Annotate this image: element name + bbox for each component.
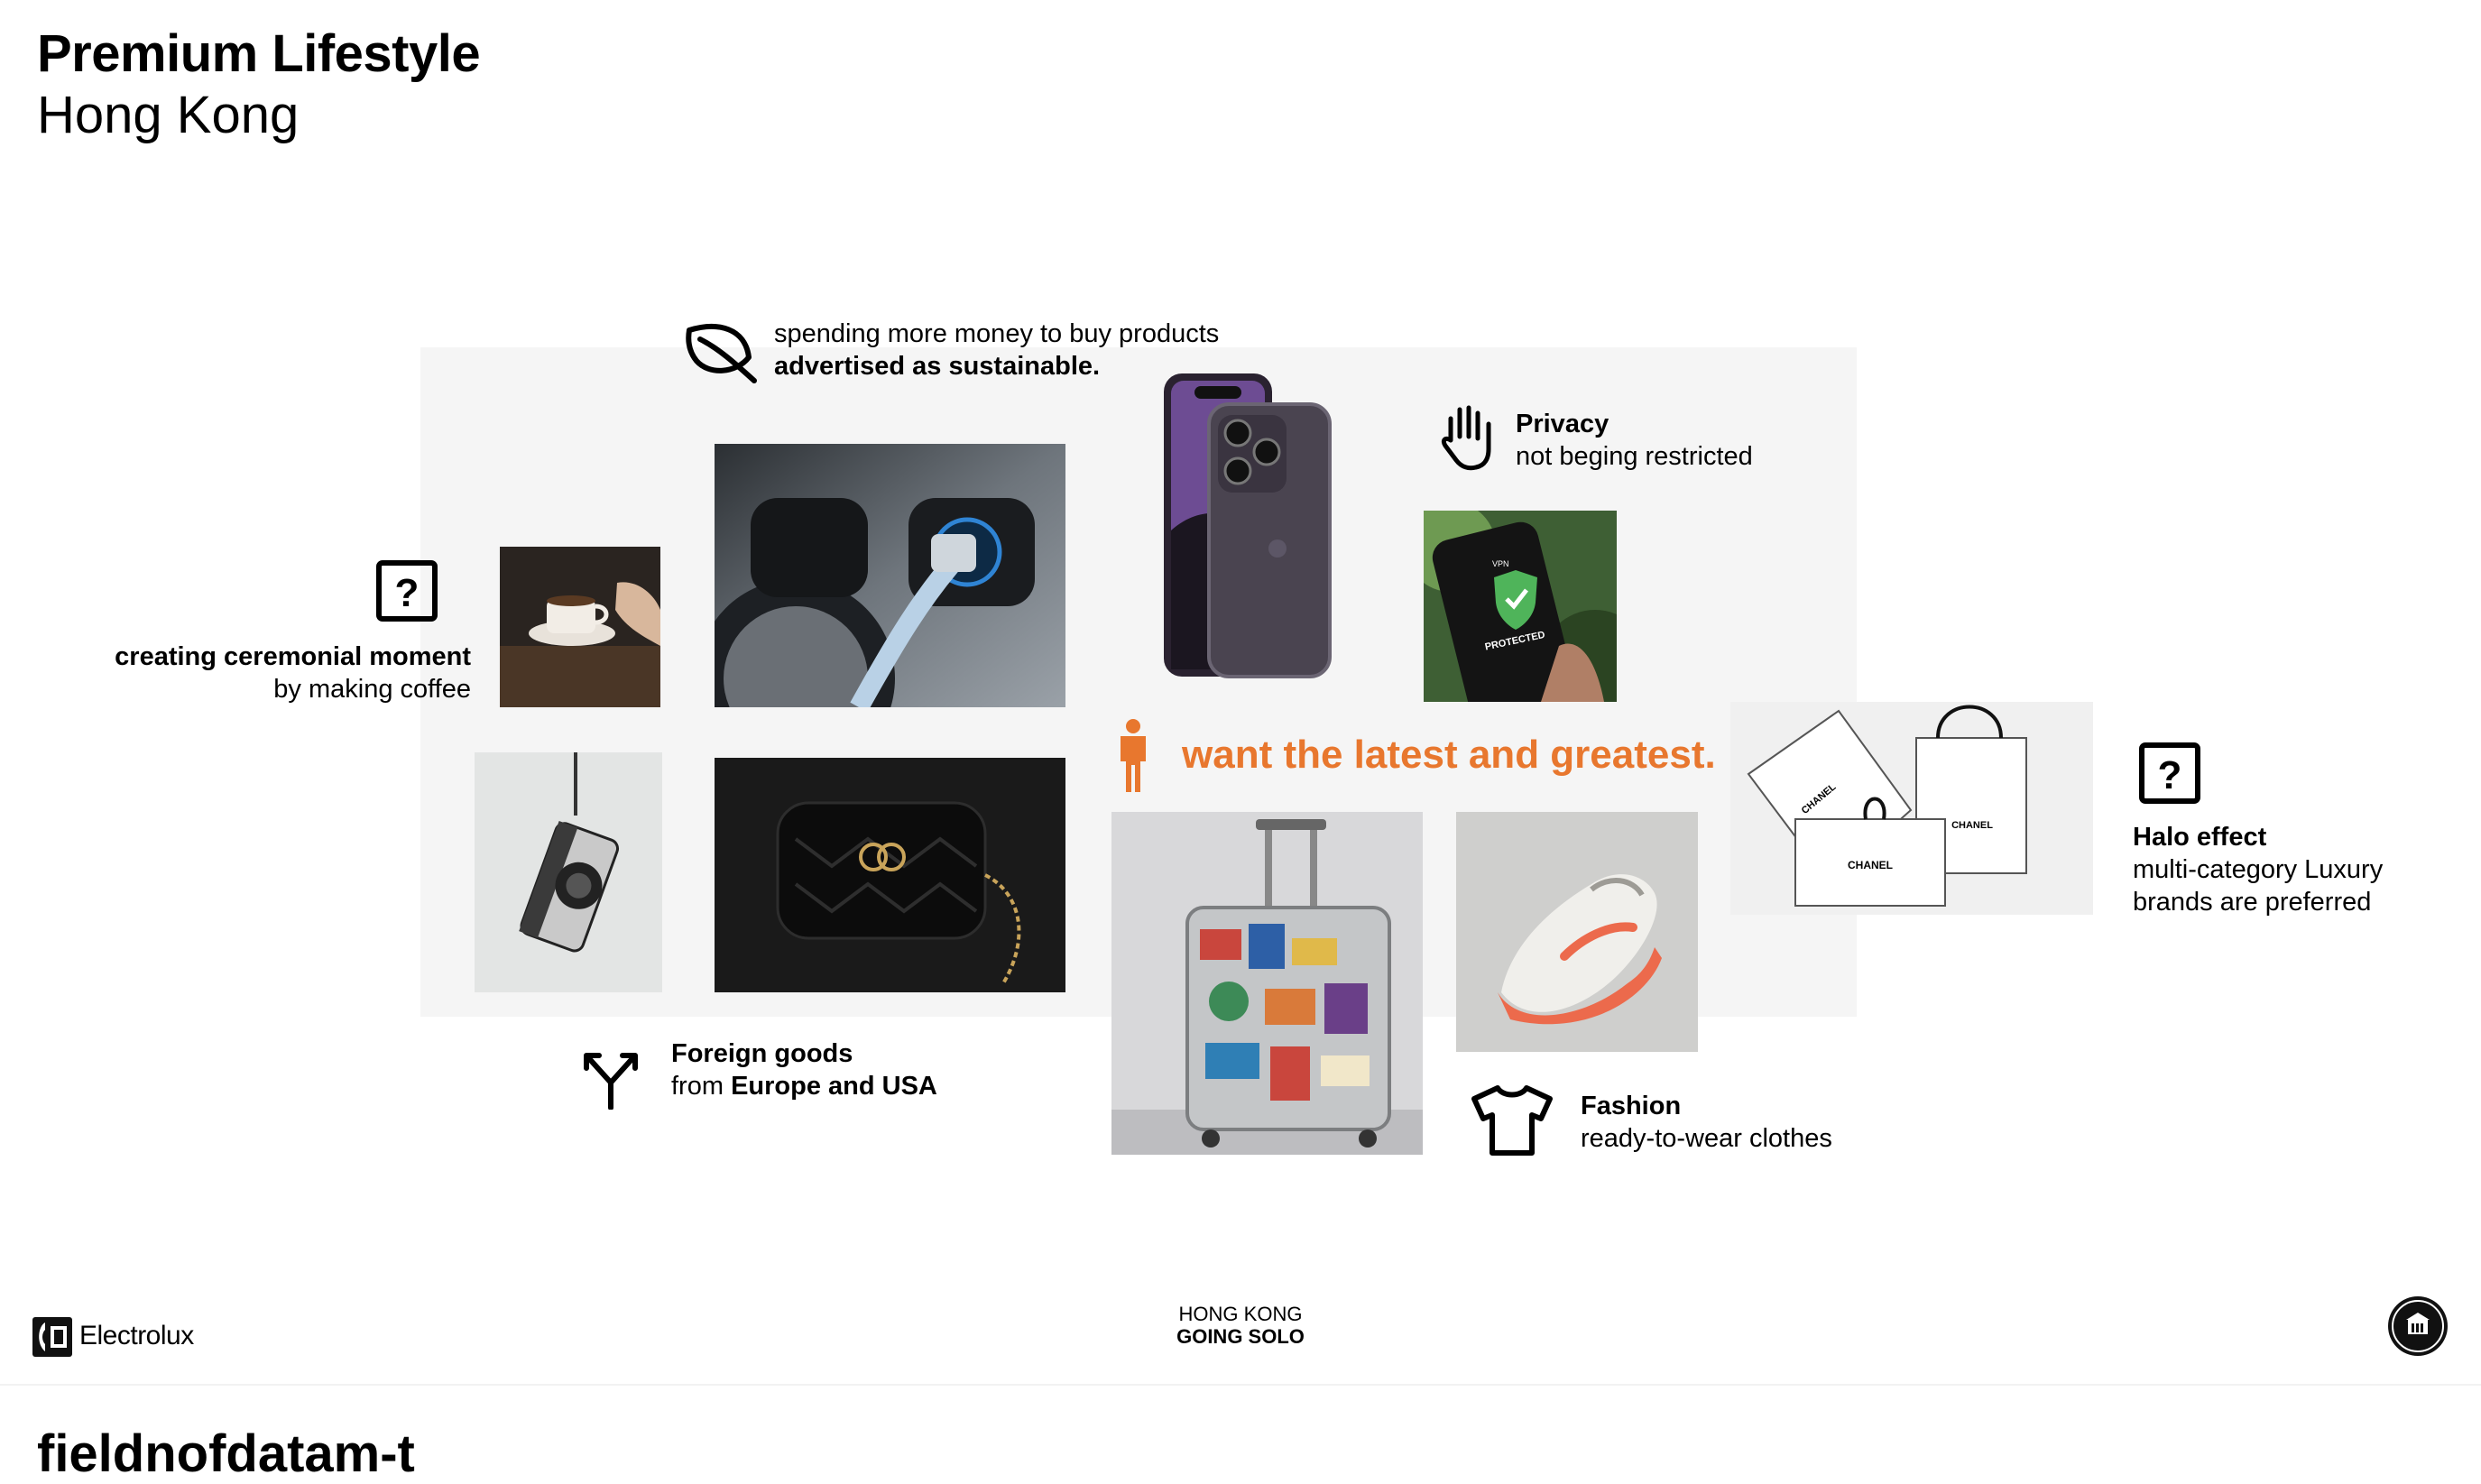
split-arrow-icon <box>579 1046 642 1111</box>
slide-subtitle: Hong Kong <box>37 86 300 144</box>
slide-divider <box>0 1384 2481 1386</box>
chanel-label-back: CHANEL <box>1951 820 1993 831</box>
ev-charging-photo <box>715 444 1065 707</box>
tshirt-icon <box>1469 1083 1555 1158</box>
iphone-photo <box>1158 368 1335 686</box>
privacy-text: not beging restricted <box>1516 442 1753 471</box>
electrolux-logo-icon <box>32 1317 72 1361</box>
leaf-icon <box>682 318 758 384</box>
footer-center: HONG KONG GOING SOLO <box>1128 1303 1353 1348</box>
question-box-icon: ? <box>375 559 438 622</box>
foreign-text: from Europe and USA <box>671 1070 937 1102</box>
chanel-bags-photo: CHANEL CHANEL CHANEL <box>1730 702 2093 915</box>
svg-text:?: ? <box>395 571 420 615</box>
foreign-title: Foreign goods <box>671 1039 853 1068</box>
halo-caption: Halo effect multi-category Luxury brands… <box>2133 821 2383 918</box>
camera-photo <box>475 752 662 992</box>
sneaker-photo <box>1456 812 1698 1052</box>
halo-line1: multi-category Luxury <box>2133 855 2384 884</box>
fashion-title: Fashion <box>1581 1092 1682 1120</box>
footer-center-line1: HONG KONG <box>1178 1303 1303 1325</box>
vpn-phone-photo: VPN PROTECTED <box>1424 511 1617 702</box>
gucci-bag-photo <box>715 758 1065 992</box>
vpn-label: VPN <box>1492 559 1509 568</box>
sustainable-line1: spending more money to buy products <box>774 319 1220 348</box>
coffee-caption: creating ceremonial moment by making cof… <box>54 641 471 705</box>
fashion-text: ready-to-wear clothes <box>1581 1124 1832 1153</box>
coffee-text: by making coffee <box>273 675 471 704</box>
hand-stop-icon <box>1438 401 1496 473</box>
footer-center-line2: GOING SOLO <box>1176 1325 1305 1348</box>
fashion-caption: Fashion ready-to-wear clothes <box>1581 1090 1832 1155</box>
halo-title: Halo effect <box>2133 823 2267 852</box>
coffee-photo <box>500 547 660 707</box>
chanel-label-front: CHANEL <box>1848 859 1893 871</box>
person-icon <box>1115 718 1151 792</box>
foreign-caption: Foreign goods from Europe and USA <box>671 1037 937 1102</box>
suitcase-photo <box>1111 812 1423 1155</box>
next-slide-peek: fieldnofdatam-t <box>37 1424 415 1483</box>
privacy-caption: Privacy not beging restricted <box>1516 408 1753 473</box>
question-box-icon: ? <box>2138 742 2201 805</box>
foreign-origin: Europe and USA <box>731 1072 937 1101</box>
latest-headline: want the latest and greatest. <box>1182 733 1716 777</box>
university-seal-icon <box>2388 1296 2448 1356</box>
coffee-title: creating ceremonial moment <box>115 642 471 671</box>
foreign-prefix: from <box>671 1072 724 1101</box>
privacy-title: Privacy <box>1516 410 1609 438</box>
sustainable-caption: spending more money to buy products adve… <box>774 318 1219 383</box>
sustainable-line2: advertised as sustainable. <box>774 352 1101 381</box>
halo-line2: brands are preferred <box>2133 888 2372 917</box>
slide-title: Premium Lifestyle <box>37 24 481 83</box>
footer-brand: Electrolux <box>79 1321 194 1350</box>
svg-text:?: ? <box>2158 753 2182 797</box>
